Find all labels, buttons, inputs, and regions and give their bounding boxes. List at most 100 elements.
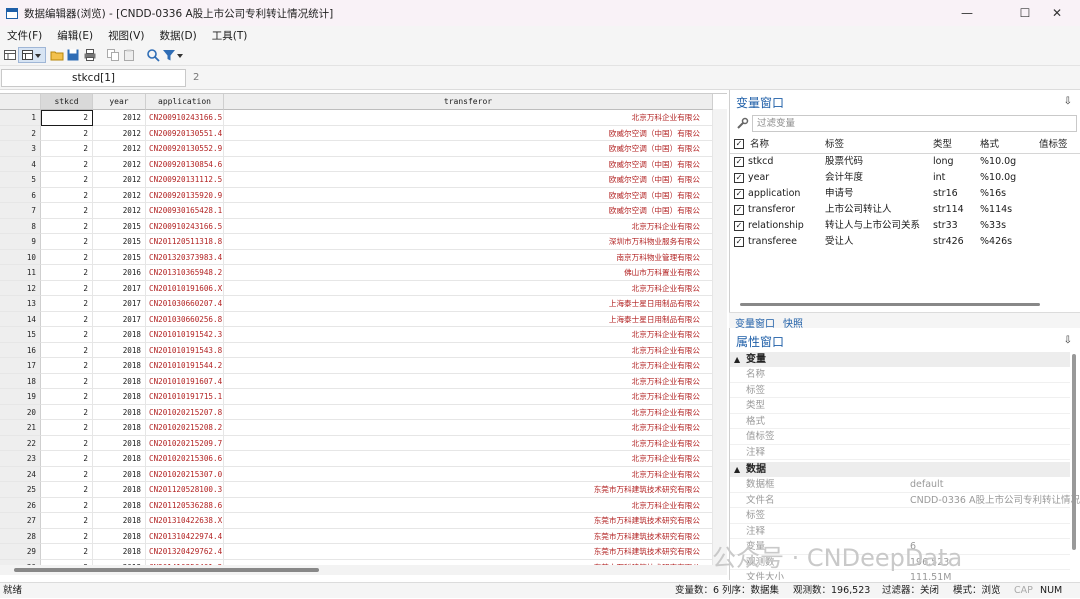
cell-year[interactable]: 2017 [93,296,146,312]
cell-stkcd[interactable]: 2 [41,435,93,451]
cell-stkcd[interactable]: 2 [41,528,93,544]
cell-application[interactable]: CN201010191606.X [146,280,224,296]
cell-transferor[interactable]: 东莞市万科建筑技术研究有限公 [224,513,713,529]
cell-stkcd[interactable]: 2 [41,358,93,374]
properties-scrollbar[interactable] [1072,348,1077,558]
cell-stkcd[interactable]: 2 [41,420,93,436]
cell-application[interactable]: CN201320373983.4 [146,249,224,265]
row-number[interactable]: 11 [0,265,41,281]
column-header-stkcd[interactable]: stkcd [41,94,93,110]
variable-checkbox[interactable]: ✓ [734,205,744,215]
print-icon[interactable] [83,48,97,62]
table-row[interactable]: 20 2 2018 CN201020215207.8 北京万科企业有限公 [0,404,727,420]
find-icon[interactable] [146,48,160,62]
row-number[interactable]: 9 [0,234,41,250]
cell-year[interactable]: 2018 [93,466,146,482]
property-row[interactable]: 文件名 CNDD-0336 A股上市公司专利转让情况 [730,493,1080,508]
variable-list-scrollbar[interactable] [730,302,1080,308]
row-number[interactable]: 12 [0,280,41,296]
property-section[interactable]: ▲ 数据 [730,462,1070,477]
paste-icon[interactable] [122,48,136,62]
table-row[interactable]: 26 2 2018 CN201120536288.6 北京万科企业有限公 [0,497,727,513]
table-row[interactable]: 1 2 2012 CN200910243166.5 北京万科企业有限公 [0,110,727,126]
row-number[interactable]: 16 [0,342,41,358]
cell-application[interactable]: CN201020215207.8 [146,404,224,420]
table-row[interactable]: 11 2 2016 CN201310365948.2 佛山市万科置业有限公 [0,265,727,281]
cell-stkcd[interactable]: 2 [41,249,93,265]
cell-stkcd[interactable]: 2 [41,513,93,529]
menu-edit[interactable]: 编辑(E) [57,28,93,43]
row-number[interactable]: 25 [0,482,41,498]
table-row[interactable]: 18 2 2018 CN201010191607.4 北京万科企业有限公 [0,373,727,389]
cell-year[interactable]: 2018 [93,389,146,405]
cell-transferor[interactable]: 北京万科企业有限公 [224,327,713,343]
cell-application[interactable]: CN201020215307.0 [146,466,224,482]
cell-application[interactable]: CN201010191715.1 [146,389,224,405]
cell-stkcd[interactable]: 2 [41,172,93,188]
collapse-icon[interactable]: ▲ [734,462,740,477]
row-number[interactable]: 28 [0,528,41,544]
cell-transferor[interactable]: 欧威尔空调（中国）有限公 [224,172,713,188]
save-icon[interactable] [66,48,80,62]
cell-year[interactable]: 2015 [93,234,146,250]
collapse-icon[interactable]: ▲ [734,352,740,367]
filter-icon[interactable] [162,48,176,62]
cell-stkcd[interactable]: 2 [41,482,93,498]
cell-year[interactable]: 2012 [93,141,146,157]
cell-transferor[interactable]: 北京万科企业有限公 [224,110,713,126]
variable-checkbox[interactable]: ✓ [734,221,744,231]
property-row[interactable]: 名称 [730,367,1070,383]
table-row[interactable]: 29 2 2018 CN201320429762.4 东莞市万科建筑技术研究有限公 [0,544,727,560]
property-row[interactable]: 注释 [730,445,1070,460]
cell-stkcd[interactable]: 2 [41,218,93,234]
variable-checkbox[interactable]: ✓ [734,157,744,167]
cell-transferor[interactable]: 北京万科企业有限公 [224,342,713,358]
cell-transferor[interactable]: 欧威尔空调（中国）有限公 [224,141,713,157]
property-row[interactable]: 标签 [730,508,1070,524]
scrollbar-thumb[interactable] [740,303,1040,306]
row-number[interactable]: 22 [0,435,41,451]
var-column-format[interactable]: 格式 [980,137,999,153]
cell-year[interactable]: 2015 [93,249,146,265]
cell-stkcd[interactable]: 2 [41,497,93,513]
cell-year[interactable]: 2012 [93,203,146,219]
cell-application[interactable]: CN201010191607.4 [146,373,224,389]
cell-stkcd[interactable]: 2 [41,234,93,250]
row-number[interactable]: 8 [0,218,41,234]
cell-application[interactable]: CN201120511318.8 [146,234,224,250]
row-number[interactable]: 6 [0,187,41,203]
close-button[interactable]: ✕ [1034,0,1080,26]
cell-application[interactable]: CN201120536288.6 [146,497,224,513]
variable-row[interactable]: ✓ transferee 受让人 str426 %426s [730,234,1080,250]
cell-application[interactable]: CN201010191543.8 [146,342,224,358]
table-row[interactable]: 22 2 2018 CN201020215209.7 北京万科企业有限公 [0,435,727,451]
cell-application[interactable]: CN200910243166.5 [146,110,224,126]
table-row[interactable]: 6 2 2012 CN200920135920.9 欧威尔空调（中国）有限公 [0,187,727,203]
variable-row[interactable]: ✓ stkcd 股票代码 long %10.0g [730,154,1080,170]
table-row[interactable]: 14 2 2017 CN201030660256.8 上海泰士星日用制品有限公 [0,311,727,327]
table-row[interactable]: 16 2 2018 CN201010191543.8 北京万科企业有限公 [0,342,727,358]
cell-year[interactable]: 2018 [93,482,146,498]
row-number[interactable]: 10 [0,249,41,265]
current-cell-name[interactable]: stkcd[1] [1,69,186,87]
cell-stkcd[interactable]: 2 [41,544,93,560]
table-row[interactable]: 28 2 2018 CN201310422974.4 东莞市万科建筑技术研究有限公 [0,528,727,544]
row-number[interactable]: 15 [0,327,41,343]
table-row[interactable]: 9 2 2015 CN201120511318.8 深圳市万科物业服务有限公 [0,234,727,250]
cell-transferor[interactable]: 欧威尔空调（中国）有限公 [224,156,713,172]
cell-stkcd[interactable]: 2 [41,296,93,312]
cell-stkcd[interactable]: 2 [41,280,93,296]
cell-year[interactable]: 2018 [93,327,146,343]
cell-application[interactable]: CN201320429762.4 [146,544,224,560]
row-number[interactable]: 21 [0,420,41,436]
row-number[interactable]: 17 [0,358,41,374]
cell-transferor[interactable]: 北京万科企业有限公 [224,373,713,389]
table-row[interactable]: 19 2 2018 CN201010191715.1 北京万科企业有限公 [0,389,727,405]
menu-file[interactable]: 文件(F) [7,28,42,43]
pin-icon[interactable]: ⇩ [1064,335,1072,346]
select-all-checkbox[interactable]: ✓ [734,139,744,149]
cell-stkcd[interactable]: 2 [41,466,93,482]
variable-checkbox[interactable]: ✓ [734,237,744,247]
row-number[interactable]: 5 [0,172,41,188]
cell-transferor[interactable]: 佛山市万科置业有限公 [224,265,713,281]
